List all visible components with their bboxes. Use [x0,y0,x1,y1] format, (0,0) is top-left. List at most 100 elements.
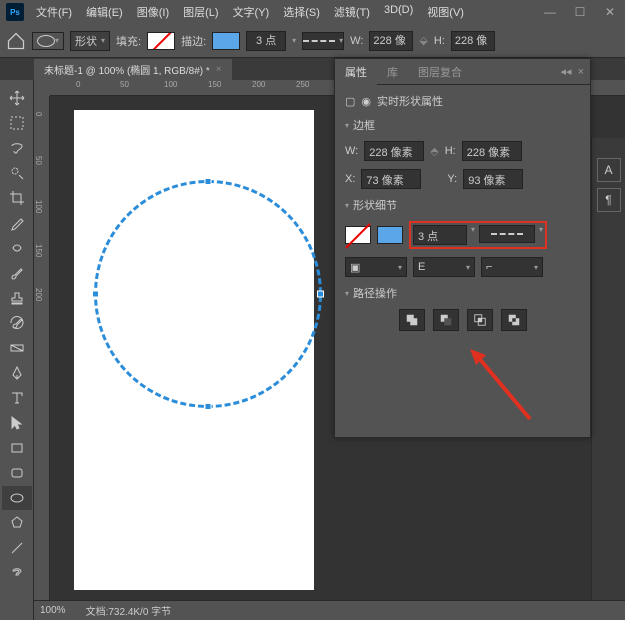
join-miter-icon: ⌐ [486,261,492,273]
marquee-tool[interactable] [2,111,32,135]
tab-layer-comps[interactable]: 图层复合 [408,59,472,85]
y-input[interactable]: 93 像素 [463,169,523,189]
menu-file[interactable]: 文件(F) [30,0,78,24]
stroke-cap-select[interactable]: E▾ [413,257,475,277]
w-label: W: [345,145,358,157]
close-tab-icon[interactable]: × [216,64,222,75]
history-brush-tool[interactable] [2,311,32,335]
eyedropper-tool[interactable] [2,211,32,235]
width-input[interactable]: 228 像 [369,31,413,51]
path-select-tool[interactable] [2,411,32,435]
stroke-join-select[interactable]: ⌐▾ [481,257,543,277]
handle-top[interactable] [205,178,212,185]
document-tab-title: 未标题-1 @ 100% (椭圆 1, RGB/8#) * [44,62,210,77]
ruler-corner [34,80,50,96]
w-input[interactable]: 228 像素 [364,141,424,161]
ruler-vertical: 0 50 100 150 200 [34,96,50,620]
rounded-rect-tool[interactable] [2,461,32,485]
detail-stroke-style[interactable] [479,225,535,243]
panel-title: 实时形状属性 [377,93,443,109]
section-bounding-box[interactable]: ▾边框 [345,117,580,133]
menu-layer[interactable]: 图层(L) [177,0,224,24]
type-tool[interactable] [2,386,32,410]
menu-filter[interactable]: 滤镜(T) [328,0,376,24]
align-center-icon: ▣ [350,261,360,274]
pathop-combine[interactable] [399,309,425,331]
shape-mode-select[interactable]: 形状▾ [70,31,110,51]
panel-collapse-icon[interactable]: ◂◂ [561,65,572,78]
minimize-button[interactable]: — [535,0,565,24]
stamp-tool[interactable] [2,286,32,310]
h-label: H: [445,145,456,157]
document-tab[interactable]: 未标题-1 @ 100% (椭圆 1, RGB/8#) * × [34,59,232,80]
ellipse-shape[interactable] [94,180,322,408]
link-wh-icon[interactable]: ⬘ [430,145,438,158]
menu-edit[interactable]: 编辑(E) [80,0,129,24]
pathop-subtract[interactable] [433,309,459,331]
app-logo: Ps [6,3,24,21]
h-input[interactable]: 228 像素 [462,141,522,161]
stroke-align-select[interactable]: ▣▾ [345,257,407,277]
detail-stroke-width[interactable]: 3 点 [413,225,467,245]
heal-tool[interactable] [2,236,32,260]
section-path-ops[interactable]: ▾路径操作 [345,285,580,301]
tool-preview[interactable]: ▾ [32,32,64,50]
handle-left[interactable] [92,291,99,298]
stroke-width-input[interactable]: 3 点 [246,31,286,51]
gradient-tool[interactable] [2,336,32,360]
panel-close-icon[interactable]: × [578,66,584,78]
brush-tool[interactable] [2,261,32,285]
pen-tool[interactable] [2,361,32,385]
menu-type[interactable]: 文字(Y) [227,0,276,24]
zoom-level[interactable]: 100% [40,605,66,616]
menu-select[interactable]: 选择(S) [277,0,326,24]
fill-swatch[interactable] [147,32,175,50]
fill-label: 填充: [116,33,141,49]
document-info: 文档:732.4K/0 字节 [86,603,172,618]
menu-view[interactable]: 视图(V) [421,0,470,24]
y-label: Y: [447,173,457,185]
lasso-tool[interactable] [2,136,32,160]
panel-body: ▢ ◉ 实时形状属性 ▾边框 W: 228 像素 ⬘ H: 228 像素 X: … [335,85,590,347]
stroke-style-select[interactable]: ▾ [302,32,344,50]
cap-butt-icon: E [418,261,425,273]
menu-image[interactable]: 图像(I) [131,0,175,24]
tab-properties[interactable]: 属性 [335,59,377,85]
handle-bottom[interactable] [205,403,212,410]
statusbar: 100% 文档:732.4K/0 字节 [34,600,625,620]
line-tool[interactable] [2,536,32,560]
dock-paragraph-panel[interactable]: ¶ [597,188,621,212]
x-input[interactable]: 73 像素 [361,169,421,189]
options-bar: ▾ 形状▾ 填充: 描边: 3 点 ▾ ▾ W: 228 像 ⬙ H: 228 … [0,24,625,58]
height-input[interactable]: 228 像 [451,31,495,51]
dock-character-panel[interactable]: A [597,158,621,182]
menu-3d[interactable]: 3D(D) [378,0,419,24]
pathop-intersect[interactable] [467,309,493,331]
titlebar: Ps 文件(F) 编辑(E) 图像(I) 图层(L) 文字(Y) 选择(S) 滤… [0,0,625,24]
live-shape-icon: ▢ [345,95,355,108]
ellipse-tool[interactable] [2,486,32,510]
polygon-tool[interactable] [2,511,32,535]
section-shape-detail[interactable]: ▾形状细节 [345,197,580,213]
close-button[interactable]: ✕ [595,0,625,24]
home-icon[interactable] [6,31,26,51]
mask-icon: ◉ [361,95,371,108]
window-controls: — ☐ ✕ [535,0,625,24]
right-dock: A ¶ [591,138,625,620]
stroke-label: 描边: [181,33,206,49]
stroke-width-chevron-icon[interactable]: ▾ [292,36,296,45]
tab-libraries[interactable]: 库 [377,59,408,85]
stroke-swatch[interactable] [212,32,240,50]
maximize-button[interactable]: ☐ [565,0,595,24]
detail-stroke-swatch[interactable] [377,226,403,244]
pathop-exclude[interactable] [501,309,527,331]
handle-right[interactable] [317,291,324,298]
detail-fill-swatch[interactable] [345,226,371,244]
quick-select-tool[interactable] [2,161,32,185]
rectangle-tool[interactable] [2,436,32,460]
menubar: 文件(F) 编辑(E) 图像(I) 图层(L) 文字(Y) 选择(S) 滤镜(T… [30,0,470,24]
move-tool[interactable] [2,86,32,110]
link-wh-icon[interactable]: ⬙ [419,34,427,47]
custom-shape-tool[interactable] [2,561,32,585]
crop-tool[interactable] [2,186,32,210]
